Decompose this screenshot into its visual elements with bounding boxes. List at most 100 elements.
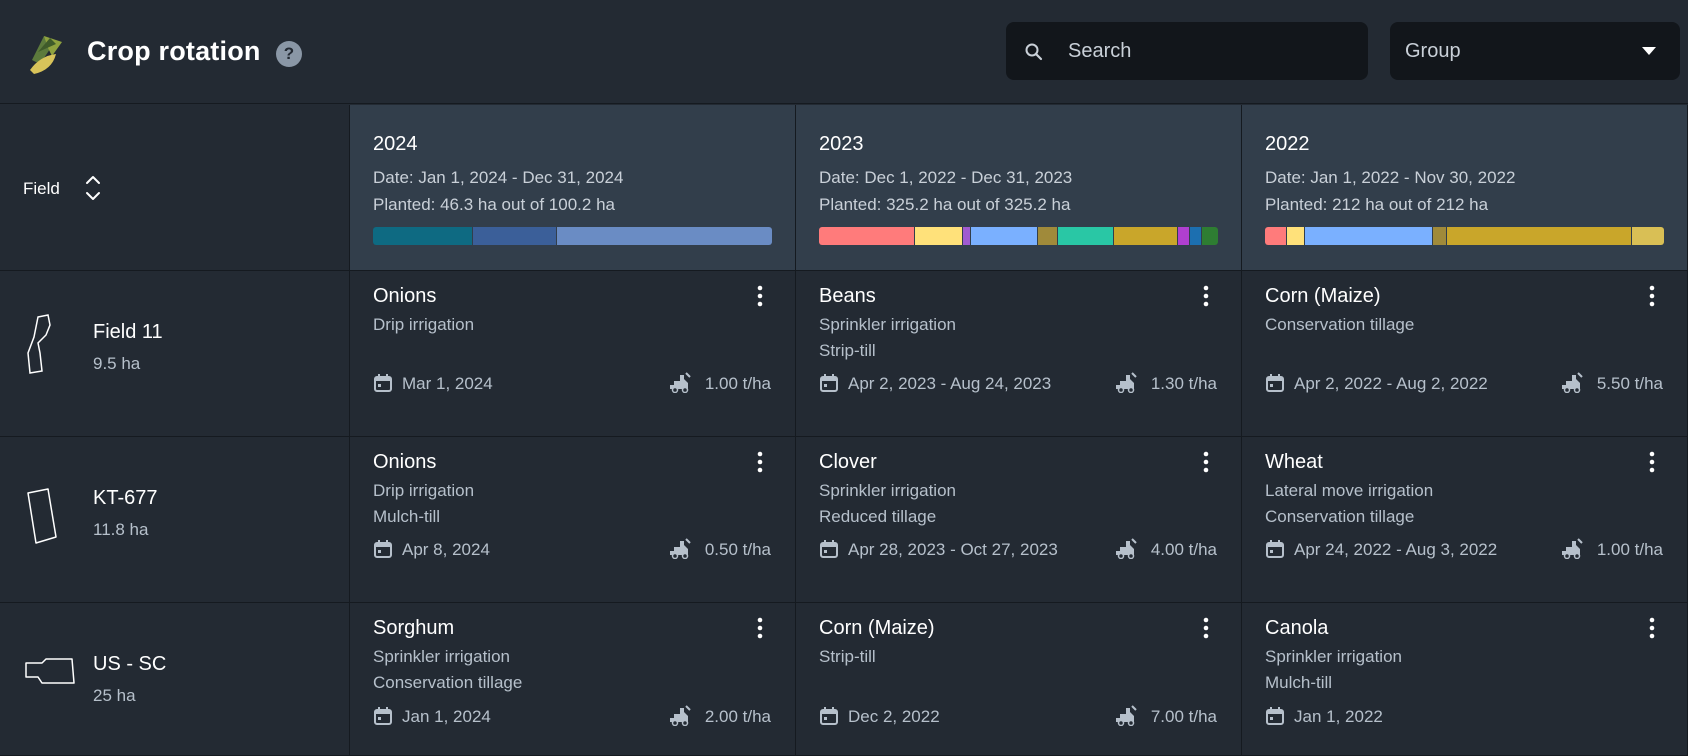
search-icon [1025,43,1043,61]
crop-name: Clover [819,451,877,473]
crop-name: Wheat [1265,451,1323,473]
crop-cell[interactable]: Wheat Lateral move irrigation Conservati… [1242,437,1688,603]
field-column-header[interactable]: Field [0,105,350,271]
crop-bar-segment [1178,227,1191,245]
crop-date: Jan 1, 2024 [402,707,491,726]
crop-bar-segment [1190,227,1202,245]
calendar-icon [820,707,838,725]
crop-cell[interactable]: Sorghum Sprinkler irrigation Conservatio… [350,603,796,756]
more-vertical-icon[interactable] [1203,451,1209,473]
crop-date: Apr 2, 2023 - Aug 24, 2023 [848,374,1052,393]
crop-bar-segment [1114,227,1179,245]
crop-bar-segment [914,227,963,245]
search-box[interactable] [1006,22,1368,80]
more-vertical-icon[interactable] [1649,451,1655,473]
sort-icon[interactable] [84,173,102,203]
harvester-icon [670,705,691,726]
crop-bar-segment [1304,227,1433,245]
crop-tillage: Mulch-till [373,507,441,526]
crop-bar-segment [1265,227,1287,245]
crop-bar-segment [1058,227,1115,245]
crop-yield: 1.00 t/ha [704,374,771,393]
year-date-range: Date: Jan 1, 2022 - Nov 30, 2022 [1265,168,1516,187]
year-column-2023: 2023 Date: Dec 1, 2022 - Dec 31, 2023 Pl… [796,105,1242,271]
crop-name: Beans [819,285,876,307]
crop-bar-segment [1038,227,1059,245]
year-planted-area: Planted: 46.3 ha out of 100.2 ha [373,195,615,214]
crop-leaf-logo [30,36,62,74]
crop-cell[interactable]: Onions Drip irrigation Mar 1, 2024 1.00 … [350,271,796,437]
crop-name: Corn (Maize) [1265,285,1381,307]
caret-down-icon [1642,47,1656,55]
crop-tillage: Reduced tillage [819,507,937,526]
year-title: 2024 [373,133,418,155]
field-row-field-11[interactable]: Field 11 9.5 ha [0,271,350,437]
field-row-kt-677[interactable]: KT-677 11.8 ha [0,437,350,603]
harvester-icon [1562,372,1583,393]
group-select-label: Group [1405,40,1461,62]
crop-bar-segment [962,227,971,245]
harvester-icon [1116,705,1137,726]
field-area: 11.8 ha [93,520,149,539]
crop-tillage: Strip-till [819,341,876,360]
crop-cell[interactable]: Beans Sprinkler irrigation Strip-till Ap… [796,271,1242,437]
calendar-icon [1266,374,1284,392]
field-shape-icon [27,314,51,374]
crop-cell[interactable]: Clover Sprinkler irrigation Reduced till… [796,437,1242,603]
crop-date: Dec 2, 2022 [848,707,940,726]
year-column-2022: 2022 Date: Jan 1, 2022 - Nov 30, 2022 Pl… [1242,105,1688,271]
crop-cell[interactable]: Corn (Maize) Conservation tillage Apr 2,… [1242,271,1688,437]
crop-cell[interactable]: Corn (Maize) Strip-till Dec 2, 2022 7.00… [796,603,1242,756]
year-planted-area: Planted: 325.2 ha out of 325.2 ha [819,195,1071,214]
question-icon[interactable]: ? [276,41,302,67]
crop-yield: 1.00 t/ha [1596,540,1663,559]
field-shape-icon [25,658,75,684]
more-vertical-icon[interactable] [1649,617,1655,639]
more-vertical-icon[interactable] [1203,617,1209,639]
field-row-us-sc[interactable]: US - SC 25 ha [0,603,350,756]
crop-tillage: Mulch-till [1265,673,1333,692]
crop-name: Sorghum [373,617,455,639]
more-vertical-icon[interactable] [1203,285,1209,307]
crop-cell[interactable]: Canola Sprinkler irrigation Mulch-till J… [1242,603,1688,756]
crop-name: Onions [373,451,437,473]
harvester-icon [1116,372,1137,393]
field-name: Field 11 [93,321,163,343]
year-title: 2023 [819,133,864,155]
year-date-range: Date: Jan 1, 2024 - Dec 31, 2024 [373,168,624,187]
field-header-label: Field [23,179,60,198]
field-name: KT-677 [93,487,158,509]
crop-bar-segment [556,227,772,245]
search-input[interactable] [1066,22,1356,80]
crop-tillage: Conservation tillage [373,673,523,692]
crop-bar-segment [1201,227,1218,245]
year-title: 2022 [1265,133,1310,155]
crop-irrigation: Sprinkler irrigation [819,481,956,500]
calendar-icon [374,540,392,558]
crop-irrigation: Drip irrigation [373,315,475,334]
field-shape-icon [27,488,57,544]
more-vertical-icon[interactable] [1649,285,1655,307]
crop-irrigation: Drip irrigation [373,481,475,500]
app-header: Crop rotation ? Group [0,0,1688,104]
crop-bar-segment [373,227,473,245]
crop-cell[interactable]: Onions Drip irrigation Mulch-till Apr 8,… [350,437,796,603]
calendar-icon [820,540,838,558]
more-vertical-icon[interactable] [757,617,763,639]
crop-name: Corn (Maize) [819,617,935,639]
group-select[interactable]: Group [1390,22,1680,80]
crop-tillage: Conservation tillage [1265,507,1415,526]
more-vertical-icon[interactable] [757,285,763,307]
crop-date: Apr 8, 2024 [402,540,490,559]
calendar-icon [820,374,838,392]
field-name: US - SC [93,653,167,675]
field-area: 25 ha [93,686,136,705]
crop-irrigation: Conservation tillage [1265,315,1415,334]
crop-distribution-bar [1265,227,1664,245]
calendar-icon [374,707,392,725]
crop-date: Mar 1, 2024 [402,374,493,393]
year-planted-area: Planted: 212 ha out of 212 ha [1265,195,1489,214]
crop-name: Canola [1265,617,1329,639]
harvester-icon [1562,538,1583,559]
more-vertical-icon[interactable] [757,451,763,473]
